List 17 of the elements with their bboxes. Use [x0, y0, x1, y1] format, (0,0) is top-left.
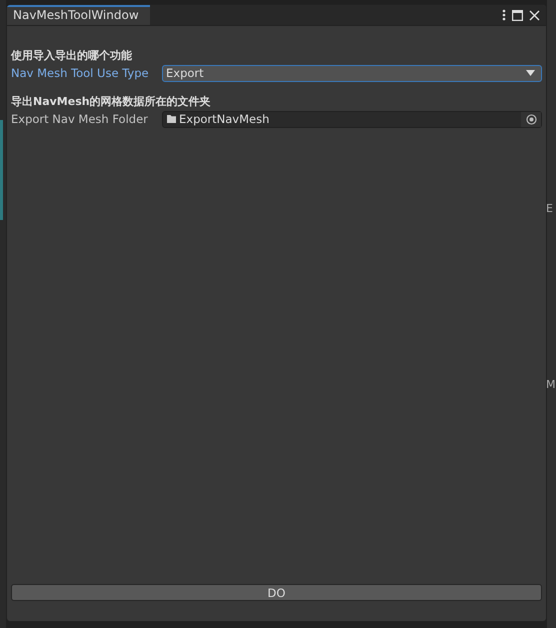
close-icon[interactable] — [529, 10, 540, 20]
more-icon[interactable] — [502, 9, 506, 21]
folder-field[interactable]: ExportNavMesh — [162, 110, 542, 128]
caret-icon — [526, 70, 535, 76]
folder-icon — [167, 115, 176, 123]
type-dropdown[interactable]: Export — [162, 64, 542, 82]
maximize-icon[interactable] — [512, 10, 523, 20]
background-text: M — [546, 378, 556, 391]
background-text: E — [546, 202, 553, 215]
section-heading: 导出NavMesh的网格数据所在的文件夹 — [11, 94, 212, 110]
section-heading: 使用导入导出的哪个功能 — [11, 48, 133, 64]
window-tab[interactable]: NavMeshToolWindow — [7, 5, 150, 25]
object-picker-button[interactable] — [521, 112, 541, 126]
target-icon — [526, 114, 536, 124]
do-button[interactable]: DO — [11, 584, 542, 601]
field-label: Nav Mesh Tool Use Type — [11, 66, 150, 80]
field-label: Export Nav Mesh Folder — [11, 112, 149, 126]
